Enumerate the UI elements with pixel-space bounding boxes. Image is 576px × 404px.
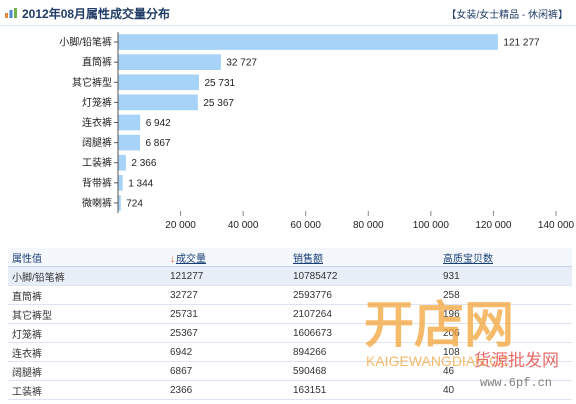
column-header-attribute: 属性值 xyxy=(8,248,166,267)
sort-desc-icon: ↓ xyxy=(170,253,175,265)
bar xyxy=(118,114,141,131)
bar xyxy=(118,74,200,91)
x-tick-label: 20 000 xyxy=(165,220,196,231)
table-row[interactable]: 灯笼裤 25367 1606673 206 xyxy=(8,323,572,343)
bar-chart: 小脚/铅笔裤 121 277 直筒裤 32 727 其它裤型 25 731 灯笼裤 25 36… xyxy=(59,32,575,231)
category-label: 小脚/铅笔裤 xyxy=(59,36,112,49)
table-row[interactable]: 其它裤型 25731 2107264 196 xyxy=(8,304,572,324)
cell-attribute: 工装裤 xyxy=(8,380,166,400)
table-row[interactable]: 连衣裤 6942 894266 108 xyxy=(8,342,572,362)
chart-header: 2012年08月属性成交量分布 【女装/女士精品 - 休闲裤】 xyxy=(0,0,576,26)
cell-volume: 2366 xyxy=(166,380,289,400)
value-label: 724 xyxy=(126,198,143,209)
cell-sales: 2593776 xyxy=(289,285,439,305)
cell-sales: 163151 xyxy=(289,380,439,400)
cell-attribute: 直筒裤 xyxy=(8,285,166,305)
table-header-row: 属性值 ↓成交量 销售额 高质宝贝数 xyxy=(8,248,572,267)
bar xyxy=(118,154,126,171)
cell-sales: 590468 xyxy=(289,361,439,381)
column-header-volume[interactable]: ↓成交量 xyxy=(166,248,289,267)
cell-attribute: 其它裤型 xyxy=(8,304,166,324)
table-row[interactable]: 工装裤 2366 163151 40 xyxy=(8,380,572,400)
cell-sales: 2107264 xyxy=(289,304,439,324)
value-label: 1 344 xyxy=(128,178,153,189)
cell-quality-items: 206 xyxy=(439,323,572,343)
attribute-table: 属性值 ↓成交量 销售额 高质宝贝数 小脚/铅笔裤 121277 10785472 9… xyxy=(8,248,572,400)
cell-sales: 894266 xyxy=(289,342,439,362)
cell-volume: 6942 xyxy=(166,342,289,362)
cell-volume: 25367 xyxy=(166,323,289,343)
value-label: 6 867 xyxy=(145,138,170,149)
chart-icon xyxy=(5,8,17,18)
value-label: 6 942 xyxy=(146,118,171,129)
bar xyxy=(118,134,140,151)
cell-sales: 1606673 xyxy=(289,323,439,343)
category-label: 其它裤型 xyxy=(72,76,112,89)
cell-quality-items: 40 xyxy=(439,380,572,400)
cell-quality-items: 196 xyxy=(439,304,572,324)
category-label: 直筒裤 xyxy=(82,56,112,69)
table-row[interactable]: 直筒裤 32727 2593776 258 xyxy=(8,285,572,305)
category-label: 阔腿裤 xyxy=(82,136,112,149)
category-label: 工装裤 xyxy=(82,156,112,169)
bar xyxy=(118,195,121,211)
x-tick-label: 100 000 xyxy=(413,220,450,231)
bar xyxy=(118,34,498,50)
x-tick-label: 40 000 xyxy=(228,220,259,231)
value-label: 121 277 xyxy=(503,38,540,49)
cell-attribute: 小脚/铅笔裤 xyxy=(8,266,166,286)
value-label: 25 367 xyxy=(203,98,234,109)
cell-quality-items: 931 xyxy=(439,266,572,286)
category-label: 连衣裤 xyxy=(82,116,112,129)
cell-attribute: 灯笼裤 xyxy=(8,323,166,343)
table-row[interactable]: 小脚/铅笔裤 121277 10785472 931 xyxy=(8,266,572,286)
x-tick-label: 120 000 xyxy=(475,220,512,231)
cell-volume: 121277 xyxy=(166,266,289,286)
column-header-sales[interactable]: 销售额 xyxy=(289,248,439,267)
cell-quality-items: 258 xyxy=(439,285,572,305)
column-header-quality-items[interactable]: 高质宝贝数 xyxy=(439,248,572,267)
data-table-container: 属性值 ↓成交量 销售额 高质宝贝数 小脚/铅笔裤 121277 10785472 9… xyxy=(8,248,572,400)
bar xyxy=(118,54,221,71)
category-label: 灯笼裤 xyxy=(82,96,112,109)
cell-volume: 6867 xyxy=(166,361,289,381)
cell-quality-items: 46 xyxy=(439,361,572,381)
value-label: 2 366 xyxy=(131,158,156,169)
table-row[interactable]: 阔腿裤 6867 590468 46 xyxy=(8,361,572,381)
bar xyxy=(118,94,198,111)
value-label: 25 731 xyxy=(205,78,236,89)
bar xyxy=(118,174,123,191)
category-label: 微喇裤 xyxy=(82,196,112,209)
cell-quality-items: 108 xyxy=(439,342,572,362)
x-tick-label: 60 000 xyxy=(290,220,321,231)
cell-attribute: 连衣裤 xyxy=(8,342,166,362)
cell-attribute: 阔腿裤 xyxy=(8,361,166,381)
cell-sales: 10785472 xyxy=(289,266,439,286)
cell-volume: 32727 xyxy=(166,285,289,305)
x-tick-label: 80 000 xyxy=(353,220,384,231)
category-label: 背带裤 xyxy=(82,176,112,189)
x-tick-label: 140 000 xyxy=(538,220,575,231)
chart-title: 2012年08月属性成交量分布 xyxy=(22,7,171,21)
cell-volume: 25731 xyxy=(166,304,289,324)
value-label: 32 727 xyxy=(226,58,257,69)
category-link[interactable]: 【女装/女士精品 - 休闲裤】 xyxy=(446,6,568,21)
